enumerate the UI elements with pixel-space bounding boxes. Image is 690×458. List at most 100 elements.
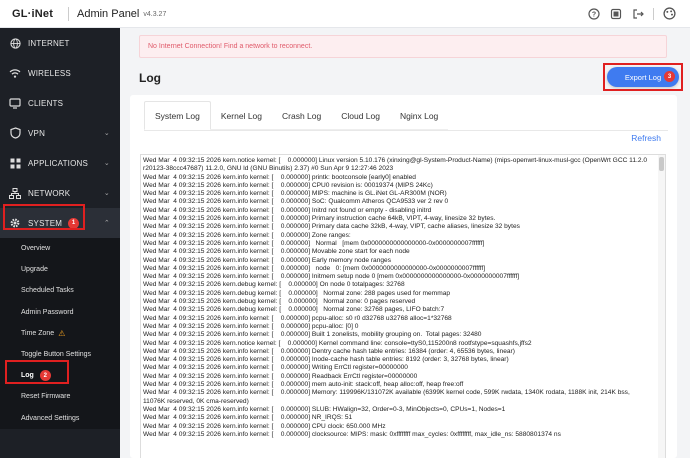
submenu-label: Upgrade [21,266,48,274]
log-scrollbar[interactable] [658,155,665,458]
logo: GL·iNet [11,7,54,20]
sidebar: INTERNET WIRELESS CLIENTS VPN ⌄ APPLICAT… [0,28,120,458]
log-line: Wed Mar 4 09:32:15 2026 kern.info kernel… [143,430,561,438]
submenu-item-advanced-settings[interactable]: Advanced Settings [0,408,120,429]
submenu-label: Toggle Button Settings [21,351,92,359]
log-line: Wed Mar 4 09:32:15 2026 kern.info kernel… [143,331,482,339]
svg-text:?: ? [592,11,596,18]
sidebar-item-label: CLIENTS [28,98,64,108]
submenu-item-upgrade[interactable]: Upgrade [0,259,120,280]
log-line: Wed Mar 4 09:32:15 2026 kern.notice kern… [143,339,532,347]
log-line: Wed Mar 4 09:32:15 2026 kern.info kernel… [143,347,515,355]
log-line: Wed Mar 4 09:32:15 2026 kern.info kernel… [143,264,486,272]
tab-system-log[interactable]: System Log [144,101,211,130]
log-line: Wed Mar 4 09:32:15 2026 kern.info kernel… [143,422,386,430]
log-line: Wed Mar 4 09:32:15 2026 kern.info kernel… [143,248,410,256]
refresh-button[interactable]: Refresh [631,133,661,143]
log-line: Wed Mar 4 09:32:15 2026 kern.info kernel… [143,372,418,380]
log-line: Wed Mar 4 09:32:15 2026 kern.debug kerne… [143,289,451,297]
header-divider [68,6,69,21]
main-content: No Internet Connection! Find a network t… [120,28,690,458]
system-submenu: Overview Upgrade Scheduled Tasks Admin P… [0,238,120,429]
log-line: Wed Mar 4 09:32:15 2026 kern.info kernel… [143,364,408,372]
page-title: Log [139,71,161,85]
submenu-label: Advanced Settings [21,414,80,422]
log-line: Wed Mar 4 09:32:15 2026 kern.notice kern… [143,157,649,173]
submenu-label: Admin Password [21,308,74,316]
globe-icon [9,37,21,49]
log-line: Wed Mar 4 09:32:15 2026 kern.info kernel… [143,215,496,223]
log-line: Wed Mar 4 09:32:15 2026 kern.info kernel… [143,198,449,206]
highlight-box-export [603,63,683,91]
version-label: v4.3.27 [143,11,167,18]
submenu-label: Time Zone [21,329,55,337]
log-line: Wed Mar 4 09:32:15 2026 kern.info kernel… [143,405,506,413]
submenu-label: Scheduled Tasks [21,287,74,295]
submenu-item-time-zone[interactable]: Time Zone ⚠ [0,323,120,344]
log-card: System Log Kernel Log Crash Log Cloud Lo… [130,95,677,458]
sidebar-item-label: APPLICATIONS [28,158,89,168]
chevron-down-icon: ⌄ [103,160,110,167]
log-line: Wed Mar 4 09:32:15 2026 kern.info kernel… [143,206,432,214]
log-line: Wed Mar 4 09:32:15 2026 kern.info kernel… [143,190,447,198]
shield-icon [9,127,21,139]
scrollbar-thumb[interactable] [659,157,664,171]
header-divider [653,7,654,20]
submenu-label: Overview [21,245,51,253]
highlight-box-system [3,204,85,230]
tab-kernel-log[interactable]: Kernel Log [211,101,272,130]
app-title: Admin Panel [77,7,140,20]
log-line: Wed Mar 4 09:32:15 2026 kern.info kernel… [143,381,464,389]
tab-cloud-log[interactable]: Cloud Log [331,101,390,130]
header-actions: ? [583,3,690,25]
log-line: Wed Mar 4 09:32:15 2026 kern.info kernel… [143,223,520,231]
log-line: Wed Mar 4 09:32:15 2026 kern.info kernel… [143,414,353,422]
chevron-down-icon: ⌄ [103,130,110,137]
log-line: Wed Mar 4 09:32:15 2026 kern.info kernel… [143,322,359,330]
log-line: Wed Mar 4 09:32:15 2026 kern.debug kerne… [143,281,405,289]
log-line: Wed Mar 4 09:32:15 2026 kern.info kernel… [143,356,509,364]
palette-icon[interactable] [658,3,680,25]
sidebar-item-applications[interactable]: APPLICATIONS ⌄ [0,148,120,178]
log-line: Wed Mar 4 09:32:15 2026 kern.info kernel… [143,239,485,247]
log-line: Wed Mar 4 09:32:15 2026 kern.info kernel… [143,314,452,322]
chevron-up-icon: ⌃ [103,220,110,227]
apps-icon [9,157,21,169]
wifi-icon [9,67,21,79]
tab-nginx-log[interactable]: Nginx Log [390,101,448,130]
submenu-item-reset-firmware[interactable]: Reset Firmware [0,386,120,407]
log-line: Wed Mar 4 09:32:15 2026 kern.info kernel… [143,181,433,189]
log-line: Wed Mar 4 09:32:15 2026 kern.debug kerne… [143,298,416,306]
theme-icon[interactable] [605,3,627,25]
network-icon [9,187,21,199]
submenu-item-scheduled-tasks[interactable]: Scheduled Tasks [0,280,120,301]
log-tabs: System Log Kernel Log Crash Log Cloud Lo… [144,101,449,130]
sidebar-item-vpn[interactable]: VPN ⌄ [0,118,120,148]
submenu-label: Reset Firmware [21,393,71,401]
sidebar-item-label: VPN [28,128,46,138]
tab-crash-log[interactable]: Crash Log [272,101,331,130]
chevron-down-icon: ⌄ [103,190,110,197]
log-line: Wed Mar 4 09:32:15 2026 kern.info kernel… [143,256,392,264]
log-output[interactable]: Wed Mar 4 09:32:15 2026 kern.notice kern… [140,154,666,458]
sidebar-item-label: WIRELESS [28,68,71,78]
log-line: Wed Mar 4 09:32:15 2026 kern.info kernel… [143,231,351,239]
warning-icon: ⚠ [58,328,66,338]
sidebar-item-wireless[interactable]: WIRELESS [0,58,120,88]
log-line: Wed Mar 4 09:32:15 2026 kern.debug kerne… [143,306,445,314]
submenu-item-overview[interactable]: Overview [0,238,120,259]
sidebar-item-internet[interactable]: INTERNET [0,28,120,58]
top-bar: GL·iNet Admin Panel v4.3.27 ? [0,0,690,28]
log-lines: Wed Mar 4 09:32:15 2026 kern.notice kern… [143,157,665,439]
no-internet-alert[interactable]: No Internet Connection! Find a network t… [139,35,667,58]
logout-icon[interactable] [627,3,649,25]
sidebar-item-label: INTERNET [28,38,70,48]
submenu-item-admin-password[interactable]: Admin Password [0,302,120,323]
sidebar-item-label: NETWORK [28,188,71,198]
highlight-box-log [5,360,69,384]
help-icon[interactable]: ? [583,3,605,25]
log-line: Wed Mar 4 09:32:15 2026 kern.info kernel… [143,173,416,181]
sidebar-item-clients[interactable]: CLIENTS [0,88,120,118]
tabs-divider [144,130,668,131]
clients-icon [9,97,21,109]
